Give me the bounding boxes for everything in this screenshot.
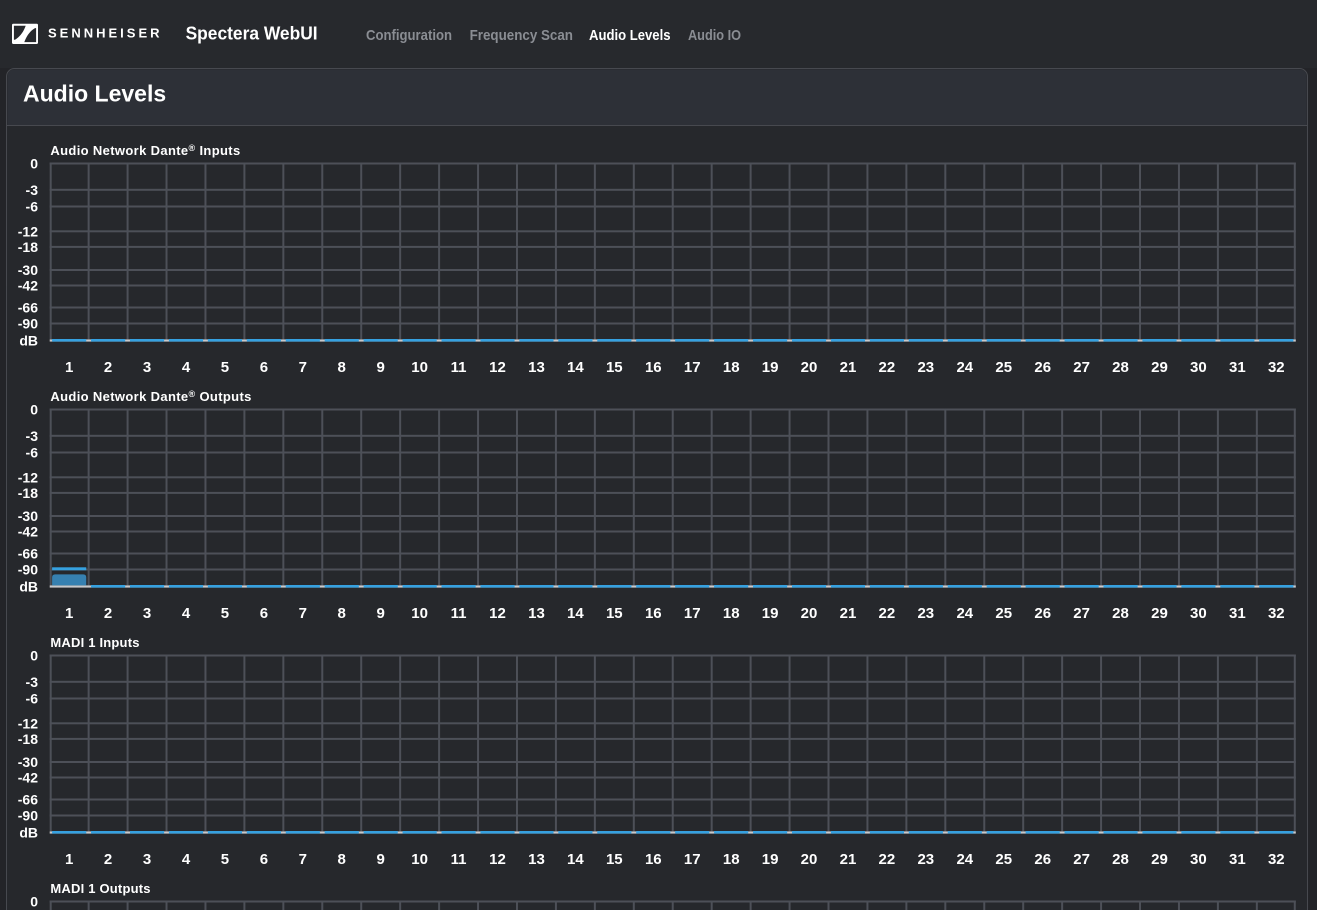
svg-text:Frequency Scan: Frequency Scan	[470, 27, 573, 44]
svg-text:Audio Network Dante® Outputs: Audio Network Dante® Outputs	[50, 389, 251, 404]
svg-text:MADI 1 Outputs: MADI 1 Outputs	[50, 881, 150, 896]
svg-text:Configuration: Configuration	[366, 27, 452, 44]
svg-text:Spectera WebUI: Spectera WebUI	[186, 23, 318, 43]
svg-text:Audio Levels: Audio Levels	[23, 80, 166, 106]
svg-text:Audio Network Dante® Inputs: Audio Network Dante® Inputs	[50, 143, 240, 158]
svg-text:Audio IO: Audio IO	[688, 27, 741, 44]
svg-text:SENNHEISER: SENNHEISER	[48, 25, 163, 40]
svg-text:MADI 1 Inputs: MADI 1 Inputs	[50, 635, 139, 650]
svg-text:Audio Levels: Audio Levels	[589, 27, 671, 44]
